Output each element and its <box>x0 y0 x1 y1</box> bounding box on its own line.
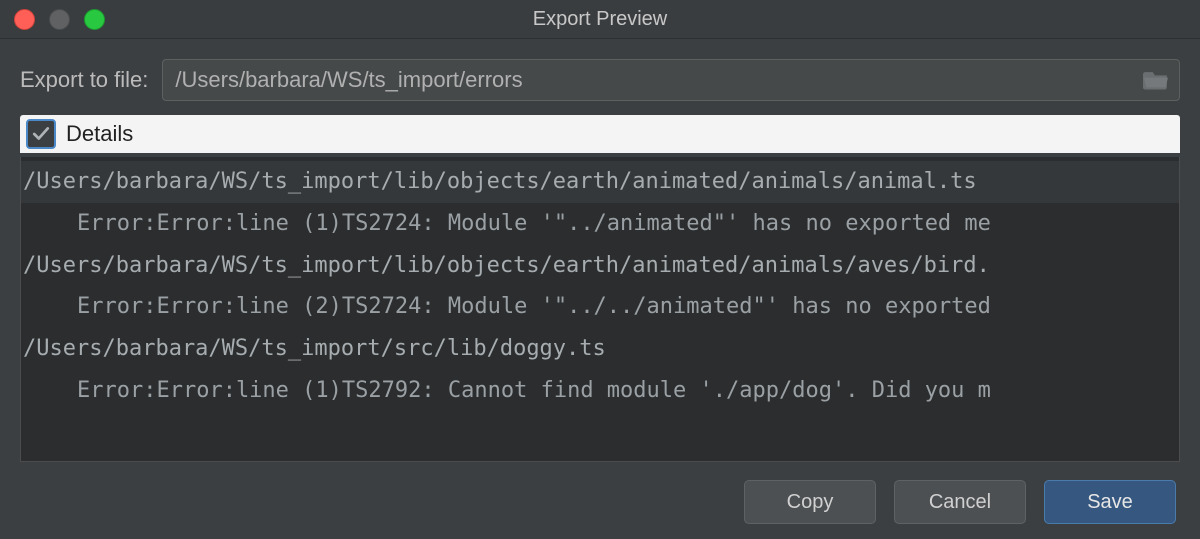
save-button[interactable]: Save <box>1044 480 1176 524</box>
cancel-button[interactable]: Cancel <box>894 480 1026 524</box>
browse-folder-icon[interactable] <box>1143 70 1169 90</box>
export-path-field[interactable]: /Users/barbara/WS/ts_import/errors <box>162 59 1180 101</box>
copy-button[interactable]: Copy <box>744 480 876 524</box>
log-file-line[interactable]: /Users/barbara/WS/ts_import/lib/objects/… <box>21 245 1179 287</box>
button-row: Copy Cancel Save <box>0 462 1200 524</box>
export-row: Export to file: /Users/barbara/WS/ts_imp… <box>0 39 1200 115</box>
details-header: Details <box>20 115 1180 153</box>
log-area[interactable]: /Users/barbara/WS/ts_import/lib/objects/… <box>20 157 1180 462</box>
details-label: Details <box>66 121 133 147</box>
window-close-button[interactable] <box>14 9 35 30</box>
title-bar: Export Preview <box>0 0 1200 39</box>
log-error-line[interactable]: Error:Error:line (1)TS2792: Cannot find … <box>21 370 1179 412</box>
export-path-text: /Users/barbara/WS/ts_import/errors <box>175 67 1143 93</box>
details-checkbox[interactable] <box>26 119 56 149</box>
log-error-line[interactable]: Error:Error:line (1)TS2724: Module '"../… <box>21 203 1179 245</box>
export-label: Export to file: <box>20 67 148 93</box>
window-title: Export Preview <box>0 8 1200 31</box>
window-minimize-button[interactable] <box>49 9 70 30</box>
log-file-line[interactable]: /Users/barbara/WS/ts_import/lib/objects/… <box>21 161 1179 203</box>
log-error-line[interactable]: Error:Error:line (2)TS2724: Module '"../… <box>21 286 1179 328</box>
window-controls <box>14 9 105 30</box>
log-file-line[interactable]: /Users/barbara/WS/ts_import/src/lib/dogg… <box>21 328 1179 370</box>
window-zoom-button[interactable] <box>84 9 105 30</box>
